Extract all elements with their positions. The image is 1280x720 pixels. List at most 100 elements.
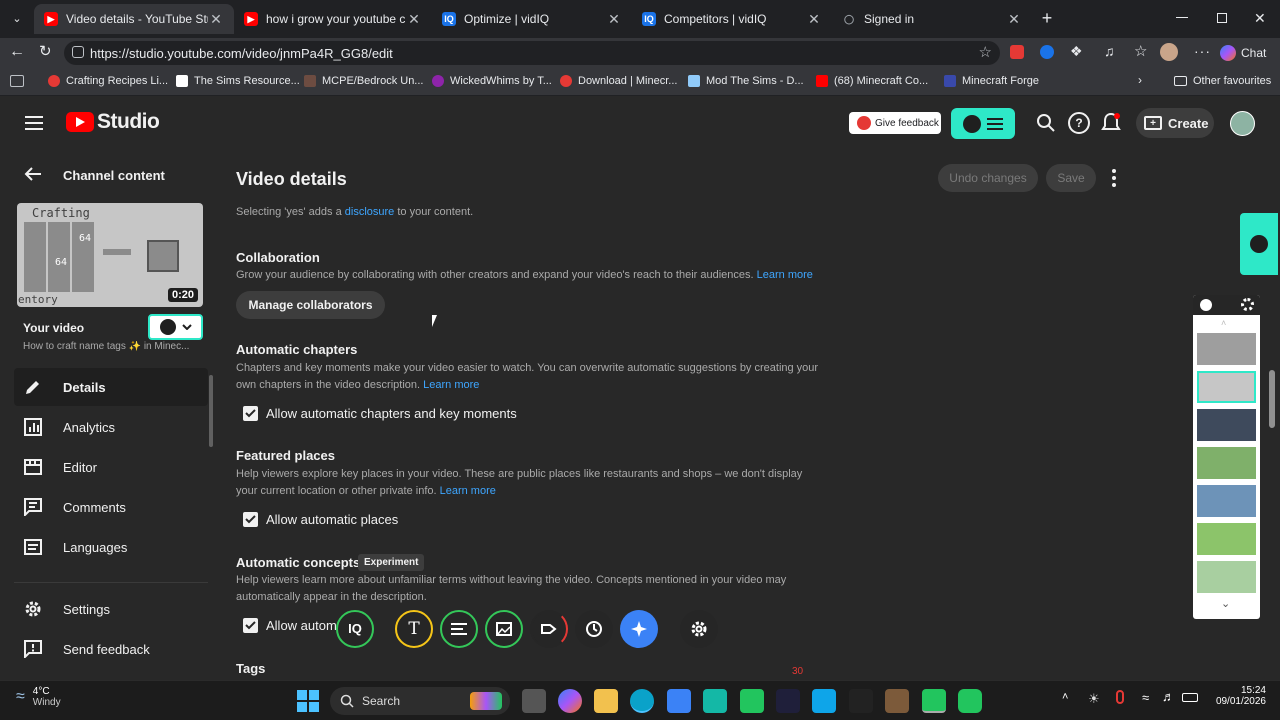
create-button[interactable]: + Create <box>1136 108 1214 138</box>
gear-icon[interactable] <box>680 610 718 648</box>
bookmark-item[interactable]: Mod The Sims - D... <box>688 75 804 87</box>
sparkle-icon[interactable] <box>620 610 658 648</box>
extensions-puzzle-icon[interactable]: ❖ <box>1070 43 1083 60</box>
edge-browser-icon[interactable] <box>630 689 654 713</box>
vidiq-logo-icon[interactable] <box>1200 299 1212 311</box>
description-icon[interactable] <box>440 610 478 648</box>
more-menu-icon[interactable]: ··· <box>1194 43 1211 59</box>
taskbar-search-box[interactable]: Search <box>330 687 510 715</box>
profile-avatar[interactable] <box>1160 43 1178 61</box>
site-info-icon[interactable] <box>72 46 84 58</box>
media-icon[interactable]: ♫ <box>1104 43 1115 59</box>
microphone-icon[interactable] <box>1116 690 1124 704</box>
star-icon[interactable]: ☆ <box>979 43 992 61</box>
tab-list-dropdown-icon[interactable]: ⌄ <box>8 10 26 28</box>
sidebar-item-editor[interactable]: Editor <box>14 448 208 486</box>
bookmark-item[interactable]: Crafting Recipes Li... <box>48 75 168 87</box>
thumb-option[interactable] <box>1197 561 1256 593</box>
store-icon[interactable] <box>667 689 691 713</box>
start-button-icon[interactable] <box>296 689 320 713</box>
sidebar-item-analytics[interactable]: Analytics <box>14 408 208 446</box>
camtasia-icon[interactable] <box>740 689 764 713</box>
close-icon[interactable]: ✕ <box>406 11 422 28</box>
bookmark-item[interactable]: (68) Minecraft Co... <box>816 75 928 87</box>
favourites-icon[interactable]: ☆ <box>1134 42 1147 60</box>
minecraft-icon[interactable] <box>885 689 909 713</box>
tray-icon[interactable]: ☀ <box>1088 691 1100 707</box>
file-explorer-icon[interactable] <box>594 689 618 713</box>
thumb-option[interactable] <box>1197 523 1256 555</box>
back-arrow-icon[interactable] <box>24 166 44 186</box>
manage-collaborators-button[interactable]: Manage collaborators <box>236 291 385 319</box>
show-hidden-icons[interactable]: ˄ <box>1062 691 1068 703</box>
vidiq-extension-icon[interactable] <box>1010 45 1024 59</box>
studio-logo[interactable]: Studio <box>66 110 160 134</box>
back-icon[interactable]: ← <box>9 43 27 61</box>
battery-icon[interactable] <box>1182 693 1198 702</box>
weather-widget[interactable]: ≈ 4°C Windy <box>16 686 61 708</box>
bookmarks-overflow-icon[interactable]: › <box>1138 73 1142 87</box>
tab-competitors-vidiq[interactable]: IQ Competitors | vidIQ ✕ <box>632 4 832 34</box>
tags-icon[interactable] <box>530 610 568 648</box>
clock-icon[interactable] <box>575 610 613 648</box>
reload-icon[interactable]: ↻ <box>39 43 57 61</box>
tab-grow-channel[interactable]: ▶ how i grow your youtube channel ✕ <box>234 4 432 34</box>
sidebar-item-send-feedback[interactable]: Send feedback <box>14 630 208 668</box>
tab-optimize-vidiq[interactable]: IQ Optimize | vidIQ ✕ <box>432 4 632 34</box>
other-favourites[interactable]: Other favourites <box>1174 75 1271 87</box>
vidiq-menu-button[interactable] <box>951 108 1015 139</box>
tab-signed-in[interactable]: ◯ Signed in ✕ <box>832 4 1032 34</box>
thumbnail-icon[interactable] <box>485 610 523 648</box>
wifi-icon[interactable]: ≈ <box>1142 690 1149 705</box>
thumb-option[interactable] <box>1197 485 1256 517</box>
vidiq-taskbar-icon[interactable] <box>958 689 982 713</box>
clock[interactable]: 15:24 09/01/2026 <box>1208 685 1266 707</box>
learn-more-link[interactable]: Learn more <box>757 269 813 281</box>
learn-more-link[interactable]: Learn more <box>440 485 496 497</box>
bookmark-item[interactable]: Minecraft Forge <box>944 75 1039 87</box>
scroll-down-icon[interactable]: ⌄ <box>1221 597 1230 610</box>
concepts-checkbox[interactable] <box>243 618 258 633</box>
new-tab-icon[interactable]: + <box>1038 8 1056 28</box>
more-options-icon[interactable] <box>1110 169 1118 187</box>
sidebar-scrollbar[interactable] <box>209 375 213 447</box>
volume-icon[interactable]: ♬ <box>1162 689 1175 704</box>
notifications-bell-icon[interactable] <box>1100 111 1122 135</box>
epic-games-icon[interactable] <box>849 689 873 713</box>
give-feedback-button[interactable]: Give feedback <box>849 112 941 134</box>
text-icon[interactable]: T <box>395 610 433 648</box>
sidebar-item-details[interactable]: Details <box>14 368 208 406</box>
page-scrollbar[interactable] <box>1269 370 1275 428</box>
app-icon-green[interactable] <box>703 689 727 713</box>
chapters-checkbox[interactable] <box>243 406 258 421</box>
close-icon[interactable]: ✕ <box>806 11 822 28</box>
vidiq-logo-icon[interactable]: IQ <box>336 610 374 648</box>
close-icon[interactable]: ✕ <box>208 11 224 28</box>
scroll-up-icon[interactable]: ˄ <box>1221 318 1226 328</box>
places-checkbox[interactable] <box>243 512 258 527</box>
maximize-icon[interactable] <box>1217 13 1227 23</box>
sidebar-item-settings[interactable]: Settings <box>14 590 208 628</box>
account-avatar[interactable] <box>1230 111 1255 136</box>
copilot-taskbar-icon[interactable] <box>558 689 582 713</box>
vidiq-side-tab[interactable] <box>1240 213 1278 275</box>
bookmark-item[interactable]: Download | Minecr... <box>560 75 677 87</box>
thumb-option[interactable] <box>1197 447 1256 479</box>
camtasia-recorder-icon[interactable] <box>922 689 946 713</box>
thumb-option-selected[interactable] <box>1197 371 1256 403</box>
bookmark-item[interactable]: MCPE/Bedrock Un... <box>304 75 423 87</box>
hamburger-menu-icon[interactable] <box>24 113 44 133</box>
learn-more-link[interactable]: Learn more <box>423 379 479 391</box>
thumb-option[interactable] <box>1197 333 1256 365</box>
vidiq-video-dropdown[interactable] <box>148 314 203 340</box>
bookmark-item[interactable]: WickedWhims by T... <box>432 75 552 87</box>
disclosure-link[interactable]: disclosure <box>345 206 395 218</box>
sidebar-item-languages[interactable]: Languages <box>14 528 208 566</box>
task-view-icon[interactable] <box>522 689 546 713</box>
video-thumbnail[interactable]: Crafting 64 64 entory 0:20 <box>17 203 203 307</box>
app-icon-dark[interactable] <box>776 689 800 713</box>
gear-icon[interactable] <box>1241 298 1254 311</box>
close-icon[interactable]: ✕ <box>1006 11 1022 28</box>
tab-video-details[interactable]: ▶ Video details - YouTube Studio ✕ <box>34 4 234 34</box>
sidebar-item-comments[interactable]: Comments <box>14 488 208 526</box>
